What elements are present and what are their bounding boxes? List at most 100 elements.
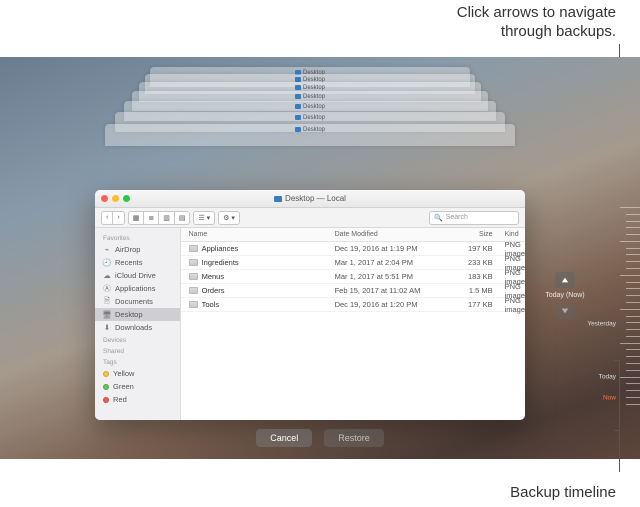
arrange-button[interactable]: ☰ ▾ [193, 211, 215, 225]
nav-down-button[interactable] [555, 303, 575, 319]
sidebar-item-icloud-drive[interactable]: ☁iCloud Drive [95, 269, 180, 282]
timeline-tick[interactable] [626, 295, 640, 296]
timeline-tick[interactable] [626, 268, 640, 269]
timeline-tick[interactable] [626, 349, 640, 350]
table-row[interactable]: ToolsDec 19, 2016 at 1:20 PM177 KBPNG im… [181, 298, 525, 312]
timeline-label-today: Today [599, 373, 616, 380]
timeline-tick[interactable] [626, 383, 640, 384]
view-icon-button[interactable]: ▦ [128, 211, 145, 225]
close-icon[interactable] [101, 195, 108, 202]
timeline-tick[interactable] [626, 363, 640, 364]
timeline-tick[interactable] [626, 221, 640, 222]
view-gallery-button[interactable]: ▤ [174, 211, 191, 225]
timeline-tick[interactable] [626, 288, 640, 289]
file-list: Name Date Modified Size Kind AppliancesD… [181, 228, 525, 420]
timeline-tick[interactable] [620, 207, 640, 208]
sidebar-icon: ☁ [103, 272, 111, 280]
timeline-tick[interactable] [626, 322, 640, 323]
timeline-tick[interactable] [626, 329, 640, 330]
sidebar-icon: Ⓐ [103, 285, 111, 293]
restore-button[interactable]: Restore [324, 429, 384, 447]
desktop-background: Desktop Desktop Desktop Desktop Desktop … [0, 57, 640, 459]
timeline-tick[interactable] [620, 275, 640, 276]
tag-dot-icon [103, 384, 109, 390]
timeline-label-now: Now [603, 394, 616, 401]
zoom-icon[interactable] [123, 195, 130, 202]
backup-nav: Today (Now) [545, 272, 585, 319]
annotation-top: Click arrows to navigate through backups… [0, 4, 616, 42]
nav-current-label: Today (Now) [545, 292, 584, 299]
search-input[interactable]: 🔍 Search [429, 211, 519, 225]
action-button[interactable]: ⚙ ▾ [218, 211, 240, 225]
timeline-tick[interactable] [626, 316, 640, 317]
nav-up-button[interactable] [555, 272, 575, 288]
col-kind[interactable]: Kind [501, 231, 525, 238]
folder-icon [274, 196, 282, 202]
timeline-tick[interactable] [626, 227, 640, 228]
col-date[interactable]: Date Modified [331, 231, 451, 238]
sidebar-item-applications[interactable]: ⒶApplications [95, 282, 180, 295]
sidebar-icon: 🕘 [103, 259, 111, 267]
sidebar-tag-red[interactable]: Red [95, 393, 180, 406]
view-column-button[interactable]: ▥ [158, 211, 175, 225]
table-row[interactable]: IngredientsMar 1, 2017 at 2:04 PM233 KBP… [181, 256, 525, 270]
annotation-leader-bottom [619, 360, 620, 472]
timeline-tick[interactable] [626, 370, 640, 371]
timeline-tick[interactable] [626, 261, 640, 262]
backup-timeline[interactable]: Yesterday Today Now [600, 207, 640, 419]
table-row[interactable]: MenusMar 1, 2017 at 5:51 PM183 KBPNG ima… [181, 270, 525, 284]
annotation-bottom: Backup timeline [0, 484, 616, 501]
table-row[interactable]: OrdersFeb 15, 2017 at 11:02 AM1.5 MBPNG … [181, 284, 525, 298]
timeline-tick[interactable] [626, 356, 640, 357]
sidebar-item-documents[interactable]: 🗎Documents [95, 295, 180, 308]
timeline-tick[interactable] [626, 254, 640, 255]
sidebar-tag-yellow[interactable]: Yellow [95, 367, 180, 380]
sidebar-item-downloads[interactable]: ⬇Downloads [95, 321, 180, 334]
backup-window-stack: Desktop Desktop Desktop Desktop Desktop … [95, 57, 525, 207]
timeline-tick[interactable] [626, 248, 640, 249]
sidebar-item-airdrop[interactable]: ⌁AirDrop [95, 243, 180, 256]
cancel-button[interactable]: Cancel [256, 429, 312, 447]
timeline-tick[interactable] [626, 214, 640, 215]
sidebar-icon: 🗎 [103, 298, 111, 306]
finder-toolbar: ‹ › ▦ ≣ ▥ ▤ ☰ ▾ ⚙ ▾ 🔍 Search [95, 208, 525, 228]
col-size[interactable]: Size [451, 231, 501, 238]
search-icon: 🔍 [434, 214, 443, 222]
view-switcher[interactable]: ▦ ≣ ▥ ▤ [128, 211, 191, 225]
timeline-label-yesterday: Yesterday [587, 320, 616, 327]
timeline-tick[interactable] [626, 302, 640, 303]
tag-dot-icon [103, 397, 109, 403]
timeline-tick[interactable] [626, 397, 640, 398]
sidebar-tag-green[interactable]: Green [95, 380, 180, 393]
timeline-tick[interactable] [626, 282, 640, 283]
timeline-tick[interactable] [626, 404, 640, 405]
timeline-tick[interactable] [626, 234, 640, 235]
sidebar-item-recents[interactable]: 🕘Recents [95, 256, 180, 269]
tag-dot-icon [103, 371, 109, 377]
forward-button[interactable]: › [112, 211, 124, 225]
window-titlebar[interactable]: Desktop — Local [95, 190, 525, 208]
file-thumbnail-icon [189, 273, 198, 280]
finder-sidebar: Favorites ⌁AirDrop🕘Recents☁iCloud DriveⒶ… [95, 228, 181, 420]
nav-back-forward[interactable]: ‹ › [101, 211, 125, 225]
timeline-tick[interactable] [626, 390, 640, 391]
view-list-button[interactable]: ≣ [143, 211, 159, 225]
sidebar-head-shared: Shared [95, 345, 180, 356]
minimize-icon[interactable] [112, 195, 119, 202]
sidebar-item-desktop[interactable]: 🖥Desktop [95, 308, 180, 321]
col-name[interactable]: Name [181, 231, 331, 238]
search-placeholder: Search [446, 214, 468, 221]
table-row[interactable]: AppliancesDec 19, 2016 at 1:19 PM197 KBP… [181, 242, 525, 256]
finder-window: Desktop — Local ‹ › ▦ ≣ ▥ ▤ ☰ ▾ ⚙ ▾ � [95, 190, 525, 420]
sidebar-head-favorites: Favorites [95, 232, 180, 243]
timeline-tick[interactable] [620, 241, 640, 242]
window-title: Desktop — Local [274, 194, 346, 203]
column-headers[interactable]: Name Date Modified Size Kind [181, 228, 525, 242]
sidebar-icon: ⌁ [103, 246, 111, 254]
timeline-tick[interactable] [626, 336, 640, 337]
timeline-tick[interactable] [620, 343, 640, 344]
file-thumbnail-icon [189, 259, 198, 266]
timeline-tick[interactable] [620, 309, 640, 310]
sidebar-head-tags: Tags [95, 356, 180, 367]
timeline-tick[interactable] [620, 377, 640, 378]
